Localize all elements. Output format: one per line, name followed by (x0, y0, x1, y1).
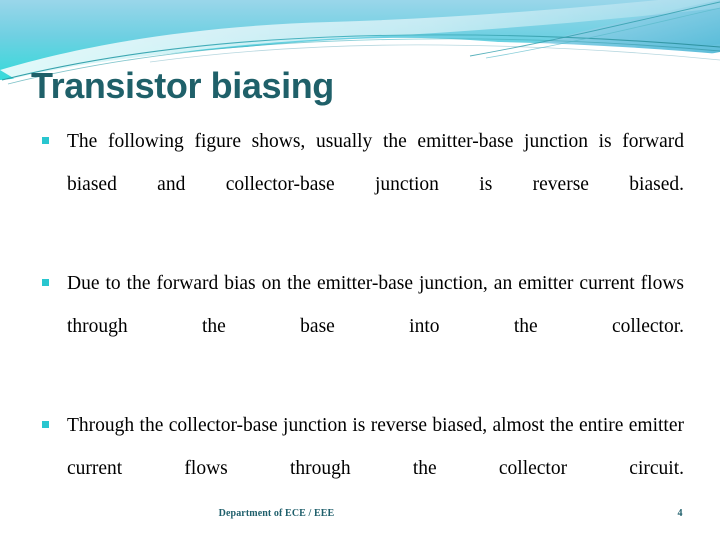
square-bullet-icon (42, 137, 49, 144)
bullet-text: Due to the forward bias on the emitter-b… (67, 273, 684, 337)
bullet-text: The following figure shows, usually the … (67, 131, 684, 195)
slide-page-number: 4 (677, 508, 683, 519)
slide-footer: Department of ECE / EEE 4 (0, 508, 720, 532)
square-bullet-icon (42, 421, 49, 428)
footer-department-label: Department of ECE / EEE (218, 508, 335, 519)
bullet-list-item: The following figure shows, usually the … (36, 120, 684, 249)
square-bullet-icon (42, 279, 49, 286)
bullet-list-item: Due to the forward bias on the emitter-b… (36, 262, 684, 391)
slide-title: Transistor biasing (31, 65, 334, 106)
slide-canvas: Transistor biasing The following figure … (0, 0, 720, 540)
slide-body-content: The following figure shows, usually the … (36, 120, 684, 533)
